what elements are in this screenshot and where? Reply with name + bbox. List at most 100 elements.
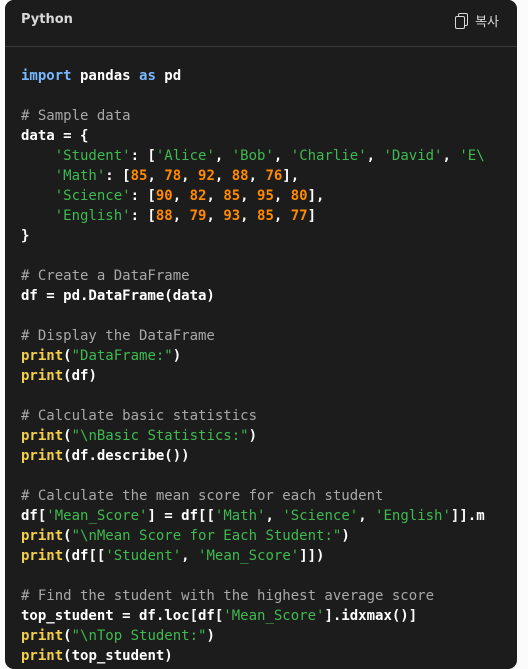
code-token: print (21, 548, 64, 564)
code-token: # Display the DataFrame (21, 328, 215, 344)
code-token: 76 (265, 168, 283, 184)
code-token: as (139, 68, 156, 84)
code-token: 85 (130, 168, 148, 184)
code-line: print("DataFrame:") (21, 346, 517, 366)
code-token: ], (282, 168, 300, 184)
code-token: 93 (223, 208, 241, 224)
code-block-header: Python 복사 (5, 0, 517, 47)
copy-button[interactable]: 복사 (455, 11, 499, 30)
code-line: import pandas as pd (21, 66, 517, 86)
code-token: print (21, 368, 64, 384)
code-token: ] (307, 208, 317, 224)
code-line: print("\nMean Score for Each Student:") (21, 526, 517, 546)
code-token: 92 (198, 168, 215, 184)
code-token: ) (206, 628, 215, 644)
copy-icon (455, 13, 469, 29)
code-line: print(df) (21, 366, 517, 386)
code-line: 'Science': [90, 82, 85, 95, 80], (21, 186, 517, 206)
code-token: print (21, 648, 64, 664)
code-token: print (21, 528, 64, 544)
code-token: : [ (130, 208, 156, 224)
code-token: data = { (21, 128, 89, 144)
code-token: 'E\ (459, 148, 485, 164)
code-token: ]]) (299, 548, 325, 564)
code-token: "\nMean Score for Each Student:" (71, 528, 342, 544)
code-token: 80 (290, 188, 308, 204)
code-token: 'Mean_Score' (223, 608, 325, 624)
code-token: ], (307, 188, 325, 204)
code-token: : [ (130, 188, 156, 204)
code-token: ].idxmax()] (324, 608, 418, 624)
code-token: ( (63, 428, 72, 444)
code-token: top_student = df.loc[df[ (21, 608, 224, 624)
code-line: 'Math': [85, 78, 92, 88, 76], (21, 166, 517, 186)
code-token: 'David' (383, 148, 443, 164)
code-token: "\nBasic Statistics:" (71, 428, 249, 444)
code-token: , (273, 188, 291, 204)
code-token: # Calculate basic statistics (21, 408, 258, 424)
code-token: 'Mean_Score' (198, 548, 300, 564)
code-token: 85 (257, 208, 274, 224)
code-token: 'Student' (105, 548, 182, 564)
code-token: ) (341, 528, 350, 544)
code-token: 90 (155, 188, 173, 204)
code-token: , (442, 148, 460, 164)
code-token: : [ (105, 168, 131, 184)
code-line: print(df.describe()) (21, 446, 517, 466)
code-token: , (358, 508, 376, 524)
code-token: 'Charlie' (290, 148, 367, 164)
code-token: # Calculate the mean score for each stud… (21, 488, 384, 504)
code-token: , (206, 208, 224, 224)
code-token: , (273, 148, 291, 164)
code-token: 82 (189, 188, 207, 204)
code-token: print (21, 428, 64, 444)
code-line: } (21, 226, 517, 246)
code-token: (df[[ (63, 548, 106, 564)
code-token: 88 (155, 208, 173, 224)
code-token: } (21, 228, 30, 244)
code-token: , (265, 508, 283, 524)
code-token: 88 (231, 168, 249, 184)
code-line: # Sample data (21, 106, 517, 126)
language-label: Python (21, 12, 73, 27)
code-token: , (181, 168, 199, 184)
code-token: # Sample data (21, 108, 131, 124)
code-token: "DataFrame:" (71, 348, 173, 364)
code-line: print("\nBasic Statistics:") (21, 426, 517, 446)
code-line: # Create a DataFrame (21, 266, 517, 286)
code-token: (df.describe()) (63, 448, 190, 464)
code-line: 'English': [88, 79, 93, 85, 77] (21, 206, 517, 226)
code-token: , (206, 188, 224, 204)
code-token: ] = df[[ (147, 508, 215, 524)
code-token: , (366, 148, 384, 164)
code-token: import (21, 68, 72, 84)
code-token: , (172, 188, 190, 204)
code-line: print("\nTop Student:") (21, 626, 517, 646)
code-line: # Display the DataFrame (21, 326, 517, 346)
code-token: , (172, 208, 190, 224)
code-token: 'Bob' (231, 148, 274, 164)
code-token: (top_student) (63, 648, 173, 664)
code-token: , (181, 548, 199, 564)
code-token: 85 (223, 188, 241, 204)
code-token: 'Mean_Score' (46, 508, 148, 524)
code-token: "\nTop Student:" (71, 628, 207, 644)
code-line: # Calculate basic statistics (21, 406, 517, 426)
code-token: # Find the student with the highest aver… (21, 588, 435, 604)
code-token: print (21, 348, 64, 364)
code-token: (df) (63, 368, 97, 384)
code-token: 'English' (375, 508, 451, 524)
code-token: , (240, 188, 258, 204)
code-line: df = pd.DataFrame(data) (21, 286, 517, 306)
code-token: ( (63, 628, 72, 644)
code-line: top_student = df.loc[df['Mean_Score'].id… (21, 606, 517, 626)
code-token: 'Science' (282, 508, 359, 524)
code-token: df = pd.DataFrame(data) (21, 288, 215, 304)
code-line: print(df[['Student', 'Mean_Score']]) (21, 546, 517, 566)
code-token: 'Math' (54, 168, 106, 184)
